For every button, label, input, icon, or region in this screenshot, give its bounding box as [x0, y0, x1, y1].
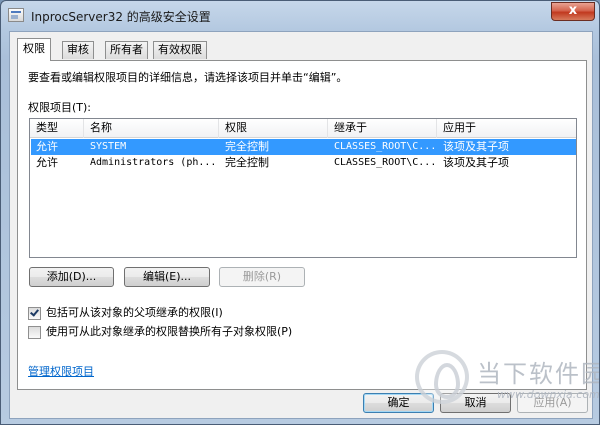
- permissions-panel: 要查看或编辑权限项目的详细信息，请选择该项目并单击“编辑”。 权限项目(T): …: [17, 60, 587, 390]
- permission-entries-label: 权限项目(T):: [28, 101, 92, 114]
- cell-inherited-from: CLASSES_ROOT\C...: [334, 157, 437, 168]
- column-header-name[interactable]: 名称: [84, 119, 219, 138]
- apply-button[interactable]: 应用(A): [517, 393, 588, 413]
- remove-button[interactable]: 删除(R): [219, 267, 305, 287]
- cell-inherited-from: CLASSES_ROOT\C...: [334, 141, 437, 152]
- table-row[interactable]: 允许 Administrators (ph... 完全控制 CLASSES_RO…: [31, 155, 576, 171]
- edit-button[interactable]: 编辑(E)...: [124, 267, 210, 287]
- table-row[interactable]: 允许 SYSTEM 完全控制 CLASSES_ROOT\C... 该项及其子项: [31, 139, 576, 155]
- replace-child-label: 使用可从此对象继承的权限替换所有子对象权限(P): [46, 325, 293, 338]
- include-inheritable-checkbox-row[interactable]: 包括可从该对象的父项继承的权限(I): [28, 306, 428, 322]
- dialog-client-area: 权限 审核 所有者 有效权限 要查看或编辑权限项目的详细信息，请选择该项目并单击…: [9, 31, 593, 419]
- ok-button[interactable]: 确定: [363, 393, 434, 413]
- column-header-permission[interactable]: 权限: [219, 119, 328, 138]
- tab-auditing[interactable]: 审核: [62, 41, 94, 59]
- cell-name: SYSTEM: [90, 141, 127, 152]
- cell-permission: 完全控制: [225, 140, 269, 153]
- security-settings-window: InprocServer32 的高级安全设置 x 权限 审核 所有者 有效权限 …: [0, 0, 600, 425]
- manage-permissions-link[interactable]: 管理权限项目: [28, 363, 94, 379]
- tab-owner[interactable]: 所有者: [105, 41, 148, 59]
- tab-effective-permissions[interactable]: 有效权限: [153, 41, 207, 59]
- replace-child-checkbox-row[interactable]: 使用可从此对象继承的权限替换所有子对象权限(P): [28, 325, 428, 341]
- cell-applies-to: 该项及其子项: [443, 156, 509, 169]
- cell-type: 允许: [36, 140, 58, 153]
- cancel-button[interactable]: 取消: [440, 393, 511, 413]
- window-title: InprocServer32 的高级安全设置: [31, 10, 211, 24]
- info-text: 要查看或编辑权限项目的详细信息，请选择该项目并单击“编辑”。: [28, 71, 348, 84]
- list-header: 类型 名称 权限 继承于 应用于: [30, 119, 576, 138]
- cell-name: Administrators (ph...: [90, 157, 217, 168]
- permission-entries-list[interactable]: 类型 名称 权限 继承于 应用于 允许 SYSTEM 完全控制 CLASSES_…: [29, 118, 577, 258]
- add-button[interactable]: 添加(D)...: [29, 267, 114, 287]
- cell-applies-to: 该项及其子项: [443, 140, 509, 153]
- cell-permission: 完全控制: [225, 156, 269, 169]
- title-bar[interactable]: InprocServer32 的高级安全设置 x: [1, 1, 599, 31]
- column-header-inherited-from[interactable]: 继承于: [328, 119, 437, 138]
- cell-type: 允许: [36, 156, 58, 169]
- replace-child-checkbox[interactable]: [28, 326, 41, 339]
- window-app-icon: [8, 8, 24, 22]
- tab-permissions[interactable]: 权限: [17, 38, 51, 61]
- include-inheritable-checkbox[interactable]: [28, 307, 41, 320]
- include-inheritable-label: 包括可从该对象的父项继承的权限(I): [46, 306, 223, 319]
- column-header-applies-to[interactable]: 应用于: [437, 119, 576, 138]
- column-header-type[interactable]: 类型: [30, 119, 84, 138]
- close-button[interactable]: x: [551, 2, 595, 21]
- checkmark-icon: [30, 307, 39, 317]
